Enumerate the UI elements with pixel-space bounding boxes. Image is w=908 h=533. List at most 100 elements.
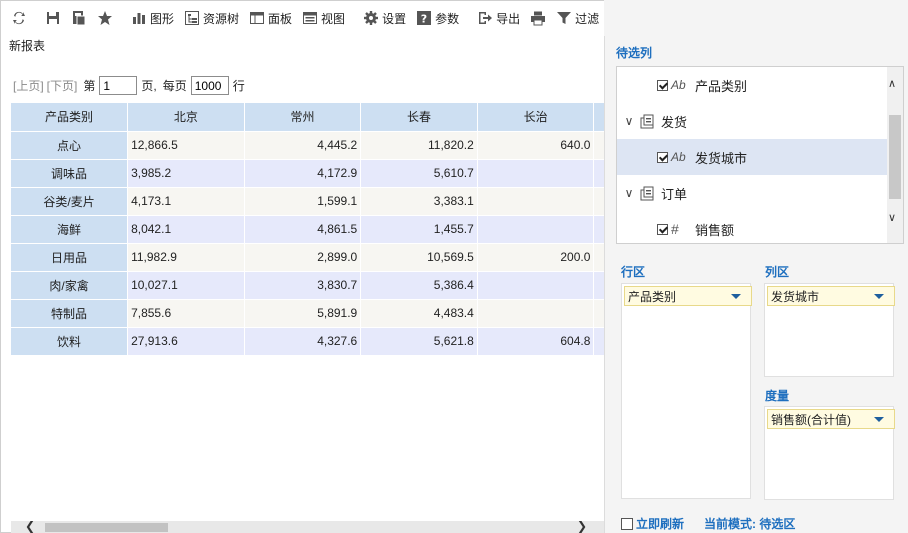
- field-panel: 待选列 Ab 产品类别 ∨ 发货 Ab 发货城市 ∨ 订单 # 销售额 ∧ ∨ …: [604, 36, 908, 533]
- table-cell: 8,042.1: [127, 215, 245, 244]
- star-icon: [97, 10, 113, 26]
- column-field-chip[interactable]: 发货城市: [767, 286, 895, 306]
- row-header[interactable]: 饮料: [11, 327, 129, 355]
- panel-button[interactable]: 面板: [244, 6, 297, 30]
- column-zone[interactable]: 发货城市: [764, 283, 895, 377]
- number-type-icon: #: [671, 221, 679, 237]
- scroll-thumb[interactable]: [45, 523, 168, 532]
- table-cell: 4,483.4: [360, 299, 478, 328]
- tree-item-ship-city[interactable]: Ab 发货城市: [617, 139, 887, 175]
- params-label: 参数: [435, 11, 460, 26]
- dropdown-arrow-icon[interactable]: [874, 293, 884, 299]
- panel-icon: [249, 10, 265, 26]
- table-row: 日用品 11,982.9 2,899.0 10,569.5 200.0: [11, 243, 604, 272]
- row-header[interactable]: 调味品: [11, 159, 129, 188]
- resource-tree-button[interactable]: 资源树: [179, 6, 244, 30]
- table-cell: [593, 243, 604, 272]
- checkbox-checked[interactable]: [657, 79, 668, 91]
- scroll-thumb[interactable]: [889, 115, 901, 199]
- row-header[interactable]: 肉/家禽: [11, 271, 129, 300]
- table-cell: 2,899.0: [244, 243, 362, 272]
- refresh-icon: [11, 10, 27, 26]
- print-button[interactable]: [525, 6, 551, 30]
- measure-zone[interactable]: 销售额(合计值): [764, 406, 895, 500]
- row-zone[interactable]: 产品类别: [621, 283, 752, 499]
- table-cell: 1,455.7: [360, 215, 478, 244]
- table-cell: 4,327.6: [244, 327, 362, 355]
- column-header[interactable]: 长春: [360, 103, 478, 132]
- tree-item-sales[interactable]: # 销售额: [617, 211, 887, 243]
- next-page-link[interactable]: [下页]: [47, 77, 78, 94]
- view-label: 视图: [321, 11, 346, 26]
- view-button[interactable]: 视图: [297, 6, 350, 30]
- refresh-button[interactable]: [6, 6, 32, 30]
- page-number-input[interactable]: [99, 76, 138, 95]
- gear-icon: [363, 10, 379, 26]
- favorite-button[interactable]: [92, 6, 118, 30]
- chart-button[interactable]: 图形: [126, 6, 179, 30]
- column-header[interactable]: 成: [593, 103, 604, 132]
- dropdown-arrow-icon[interactable]: [731, 293, 741, 299]
- row-header[interactable]: 日用品: [11, 243, 129, 272]
- dropdown-arrow-icon[interactable]: [874, 416, 884, 422]
- svg-text:?: ?: [421, 13, 427, 26]
- column-header[interactable]: 北京: [127, 103, 245, 132]
- refresh-now-label[interactable]: 立即刷新: [636, 515, 684, 532]
- checkbox-checked[interactable]: [657, 223, 668, 235]
- row-zone-label: 行区: [621, 265, 646, 279]
- export-icon: [477, 10, 493, 26]
- table-cell: [593, 187, 604, 216]
- resource-tree-icon: [184, 10, 200, 26]
- tree-group-label: 发货: [661, 114, 688, 130]
- field-tree: Ab 产品类别 ∨ 发货 Ab 发货城市 ∨ 订单 # 销售额 ∧ ∨: [616, 66, 904, 244]
- resource-tree-label: 资源树: [203, 11, 240, 26]
- scroll-right-icon[interactable]: ❯: [577, 519, 587, 533]
- row-header[interactable]: 点心: [11, 131, 129, 160]
- refresh-now-checkbox[interactable]: [621, 517, 633, 530]
- corner-header[interactable]: 产品类别: [11, 103, 129, 132]
- scroll-down-icon[interactable]: ∨: [888, 211, 896, 224]
- tree-group-order[interactable]: ∨ 订单: [617, 175, 887, 211]
- toolbar: 图形 资源树 面板 视图 设置 ? 参数 导出 过滤: [0, 0, 652, 36]
- row-header[interactable]: 海鲜: [11, 215, 129, 244]
- horizontal-scrollbar[interactable]: ❮ ❯: [11, 519, 604, 533]
- table-row: 饮料 27,913.6 4,327.6 5,621.8 604.8: [11, 327, 604, 355]
- measure-field-chip[interactable]: 销售额(合计值): [767, 409, 895, 429]
- filter-button[interactable]: 过滤: [551, 6, 604, 30]
- save-as-button[interactable]: [66, 6, 92, 30]
- export-button[interactable]: 导出: [472, 6, 525, 30]
- question-icon: ?: [416, 10, 432, 26]
- table-cell: [593, 299, 604, 328]
- checkbox-checked[interactable]: [657, 151, 668, 163]
- chevron-down-icon[interactable]: ∨: [621, 186, 637, 200]
- chevron-down-icon[interactable]: ∨: [621, 114, 637, 128]
- table-cell: 5,621.8: [360, 327, 478, 355]
- column-header[interactable]: 常州: [244, 103, 362, 132]
- scroll-up-icon[interactable]: ∧: [888, 77, 896, 90]
- tree-item-product-category[interactable]: Ab 产品类别: [617, 67, 887, 103]
- row-header[interactable]: 特制品: [11, 299, 129, 328]
- column-header[interactable]: 长治: [477, 103, 595, 132]
- table-cell: 604.8: [477, 327, 595, 355]
- save-button[interactable]: [40, 6, 66, 30]
- tree-scrollbar[interactable]: ∧ ∨: [887, 67, 903, 243]
- pivot-grid: 产品类别 北京 常州 长春 长治 成 点心12,866.54,445.211,8…: [11, 103, 604, 355]
- prev-page-link[interactable]: [上页]: [13, 77, 44, 94]
- page-size-input[interactable]: [190, 76, 229, 95]
- params-button[interactable]: ? 参数: [411, 6, 464, 30]
- current-mode-text: 当前模式: 待选区: [704, 517, 796, 531]
- table-cell: [477, 299, 595, 328]
- table-cell: 4,861.5: [244, 215, 362, 244]
- scroll-left-icon[interactable]: ❮: [25, 519, 35, 533]
- table-cell: 27,913.6: [127, 327, 245, 355]
- per-page-prefix: 每页: [162, 79, 187, 93]
- row-field-chip[interactable]: 产品类别: [624, 286, 752, 306]
- toolbar-right-area: [604, 0, 908, 36]
- table-row: 肉/家禽 10,027.1 3,830.7 5,386.4: [11, 271, 604, 300]
- table-cell: [477, 187, 595, 216]
- tree-item-label: 产品类别: [695, 78, 748, 94]
- row-header[interactable]: 谷类/麦片: [11, 187, 129, 216]
- filter-icon: [556, 10, 572, 26]
- tree-group-shipping[interactable]: ∨ 发货: [617, 103, 887, 139]
- settings-button[interactable]: 设置: [358, 6, 411, 30]
